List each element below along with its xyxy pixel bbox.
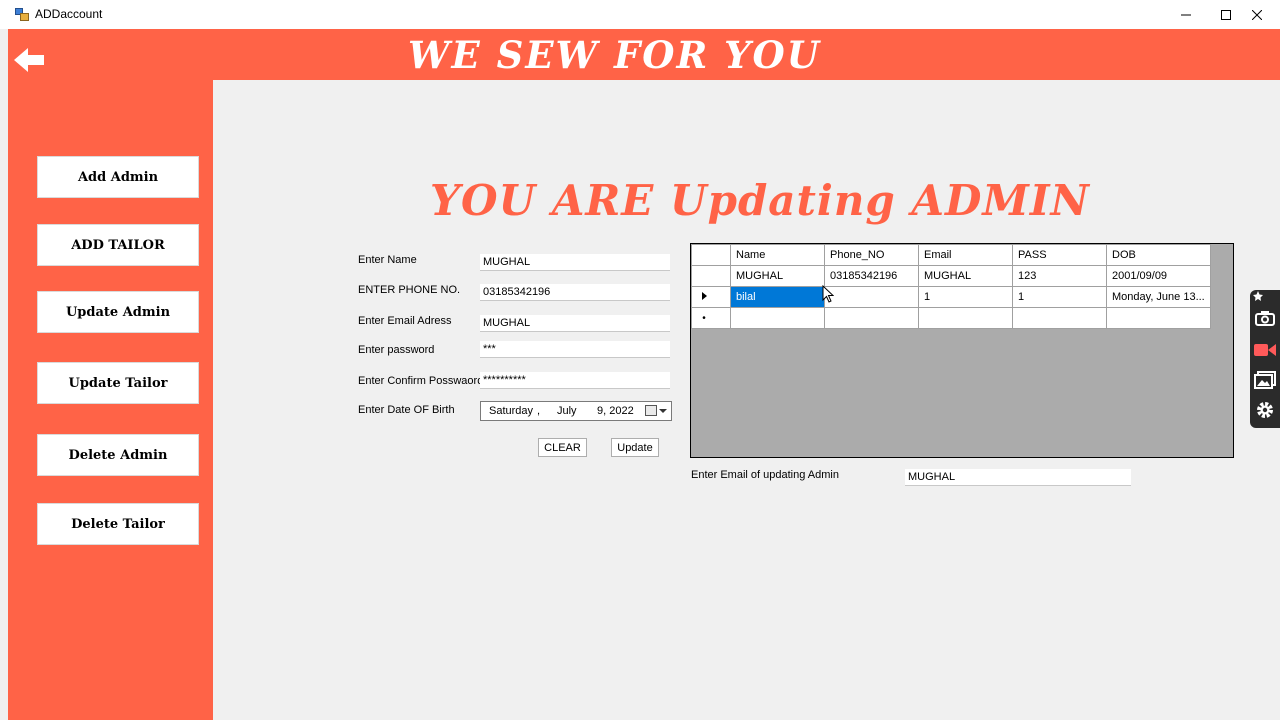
dob-datepicker[interactable]: Saturday , July 9, 2022 (480, 401, 672, 421)
back-arrow-icon (14, 48, 44, 72)
lookup-email-field[interactable]: MUGHAL (905, 469, 1131, 486)
name-label: Enter Name (358, 254, 417, 266)
lookup-email-label: Enter Email of updating Admin (691, 469, 839, 481)
dob-month: July (557, 405, 577, 417)
grid-header-row: Name Phone_NO Email PASS DOB (691, 244, 1211, 266)
phone-field[interactable]: 03185342196 (480, 284, 670, 301)
app-icon (15, 8, 29, 21)
update-tailor-button[interactable]: Update Tailor (37, 362, 199, 404)
cell-email[interactable]: MUGHAL (918, 265, 1013, 287)
cell-email[interactable]: 1 (918, 286, 1013, 308)
password-label: Enter password (358, 344, 435, 356)
cell-new[interactable] (1106, 307, 1211, 329)
cell-pass[interactable]: 123 (1012, 265, 1107, 287)
clear-button[interactable]: CLEAR (538, 438, 587, 457)
delete-admin-button[interactable]: Delete Admin (37, 434, 199, 476)
cell-phone[interactable] (824, 286, 919, 308)
delete-tailor-button[interactable]: Delete Tailor (37, 503, 199, 545)
current-row-icon (701, 292, 707, 300)
row-header-current[interactable] (691, 286, 731, 308)
minimize-icon (1181, 14, 1191, 15)
title-bar: ADDaccount (0, 0, 1280, 29)
row-header-new[interactable]: • (691, 307, 731, 329)
cell-new[interactable] (730, 307, 825, 329)
column-header-pass[interactable]: PASS (1012, 244, 1107, 266)
close-button[interactable] (1234, 0, 1280, 29)
camera-icon[interactable] (1254, 308, 1276, 328)
column-header-name[interactable]: Name (730, 244, 825, 266)
name-field[interactable]: MUGHAL (480, 254, 670, 271)
confirm-password-label: Enter Confirm Posswaord (358, 375, 484, 387)
update-button[interactable]: Update (611, 438, 659, 457)
email-label: Enter Email Adress (358, 315, 452, 327)
password-field[interactable]: *** (480, 341, 670, 358)
column-header-phone[interactable]: Phone_NO (824, 244, 919, 266)
table-row[interactable]: MUGHAL 03185342196 MUGHAL 123 2001/09/09 (691, 265, 1211, 287)
dob-label: Enter Date OF Birth (358, 404, 455, 416)
cell-dob[interactable]: 2001/09/09 (1106, 265, 1211, 287)
maximize-icon (1221, 9, 1231, 20)
dob-separator: , (537, 405, 541, 417)
dob-day: Saturday (489, 405, 534, 417)
column-header-dob[interactable]: DOB (1106, 244, 1211, 266)
phone-label: ENTER PHONE NO. (358, 284, 461, 296)
update-admin-button[interactable]: Update Admin (37, 291, 199, 333)
row-header[interactable] (691, 265, 731, 287)
brand-title: WE SEW FOR YOU (408, 33, 822, 77)
gallery-icon[interactable] (1254, 370, 1276, 390)
cell-pass[interactable]: 1 (1012, 286, 1107, 308)
admin-data-grid[interactable]: Name Phone_NO Email PASS DOB MUGHAL 0318… (690, 243, 1234, 458)
grid-table: Name Phone_NO Email PASS DOB MUGHAL 0318… (691, 244, 1211, 329)
window-title: ADDaccount (35, 7, 103, 21)
cell-new[interactable] (824, 307, 919, 329)
chevron-down-icon[interactable] (659, 409, 667, 413)
email-field[interactable]: MUGHAL (480, 315, 670, 332)
back-button[interactable] (14, 46, 44, 74)
app-window: ADDaccount WE SEW FOR YOU Add Admin ADD … (0, 0, 1280, 720)
pin-icon[interactable] (1252, 290, 1264, 302)
calendar-icon[interactable] (645, 405, 657, 416)
cell-new[interactable] (1012, 307, 1107, 329)
cell-phone[interactable]: 03185342196 (824, 265, 919, 287)
grid-corner (691, 244, 731, 266)
add-admin-button[interactable]: Add Admin (37, 156, 199, 198)
add-tailor-button[interactable]: ADD TAILOR (37, 224, 199, 266)
mouse-cursor-icon (822, 285, 834, 303)
capture-toolbar (1250, 290, 1280, 428)
page-title: YOU ARE Updating ADMIN (430, 176, 1090, 225)
cell-name-selected[interactable]: bilal (730, 286, 825, 308)
video-record-icon[interactable] (1254, 340, 1276, 360)
gear-icon[interactable] (1254, 400, 1276, 420)
cell-dob[interactable]: Monday, June 13... (1106, 286, 1211, 308)
confirm-password-field[interactable]: ********** (480, 372, 670, 389)
dob-date: 9, 2022 (597, 405, 634, 417)
cell-new[interactable] (918, 307, 1013, 329)
new-row[interactable]: • (691, 307, 1211, 329)
cell-name[interactable]: MUGHAL (730, 265, 825, 287)
new-row-icon: • (702, 313, 706, 324)
close-icon (1252, 9, 1262, 20)
column-header-email[interactable]: Email (918, 244, 1013, 266)
table-row[interactable]: bilal 1 1 Monday, June 13... (691, 286, 1211, 308)
